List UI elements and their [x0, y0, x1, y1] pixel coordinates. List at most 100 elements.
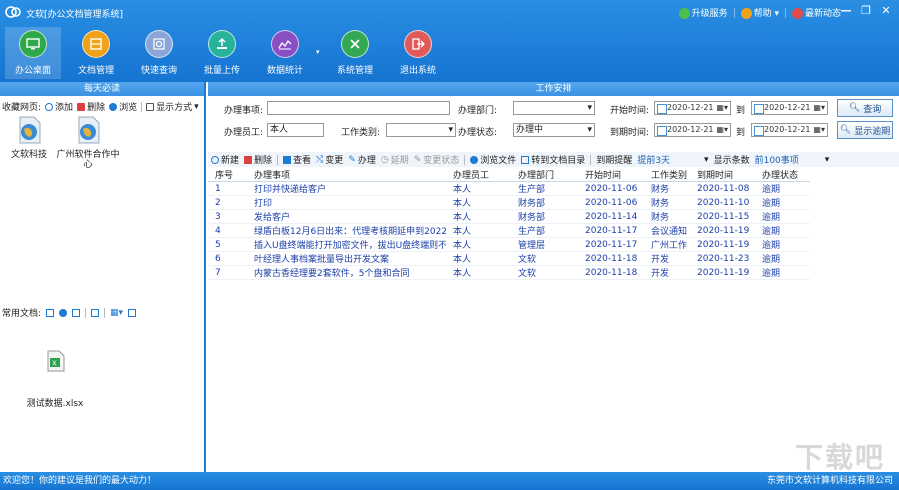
table-cell: 2020-11-06 [578, 195, 644, 210]
maximize-button[interactable]: ❐ [859, 3, 873, 17]
browse-file-button[interactable]: 浏览文件 [470, 153, 516, 166]
show-count-dropdown-icon[interactable]: ▾ [704, 155, 709, 165]
handle-button[interactable]: ✎ 办理 [348, 153, 376, 167]
fav-add-button[interactable]: 添加 [45, 100, 73, 113]
col-start[interactable]: 开始时间 [578, 168, 644, 182]
search-icon: 🔍︎ [839, 125, 852, 135]
table-cell: 财务 [644, 209, 690, 224]
table-cell: 5 [208, 237, 247, 252]
table-cell: 打印 [247, 195, 446, 210]
close-button[interactable]: ✕ [879, 3, 893, 17]
goto-folder-button[interactable]: 转到文档目录 [521, 153, 585, 166]
status-select[interactable]: 办理中 [513, 123, 595, 137]
show-overdue-button[interactable]: 🔍︎ 显示逾期 [837, 121, 893, 139]
query-button[interactable]: 🔍︎ 查询 [837, 99, 893, 117]
tool-exit[interactable]: 退出系统 [390, 30, 446, 76]
table-row[interactable]: 5 插入U盘终端能打开加密文件，拔出U盘终端则不... 本人 管理层 2020-11-1… [208, 237, 810, 252]
col-type[interactable]: 工作类别 [644, 168, 690, 182]
staff-label: 办理员工: [224, 128, 264, 138]
delete-button[interactable]: 删除 [244, 153, 272, 166]
table-cell: 7 [208, 265, 247, 280]
due-to-date[interactable]: 2020-12-21 ▦▾ [751, 123, 828, 137]
table-cell: 2020-11-17 [578, 237, 644, 252]
help-link[interactable]: 帮助 ▾ [740, 6, 779, 19]
tool-batch-upload[interactable]: 批量上传 [194, 30, 250, 76]
grid-icon[interactable] [128, 308, 137, 317]
table-row[interactable]: 6 叶经理人事档案批量导出开发文案 本人 文软 2020-11-18 开发 2020-11-… [208, 251, 810, 266]
table-row[interactable]: 1 打印并快递给客户 本人 生产部 2020-11-06 财务 2020-11-08 逾期 [208, 181, 810, 196]
postpone-button[interactable]: ◷ 延期 [381, 153, 409, 167]
col-status[interactable]: 办理状态 [755, 168, 810, 182]
document-icon [521, 155, 530, 164]
view-mode-icon[interactable]: ▦▾ [110, 308, 123, 318]
due-from-date[interactable]: 2020-12-21 ▦▾ [654, 123, 731, 137]
start-to-date[interactable]: 2020-12-21 ▦▾ [751, 101, 828, 115]
minimize-button[interactable]: — [839, 3, 853, 17]
table-cell: 2020-11-17 [578, 223, 644, 238]
show-count-select[interactable]: 前100事项 [755, 153, 799, 166]
upgrade-link[interactable]: 升级服务 [678, 6, 728, 19]
to-label: 到 [736, 106, 746, 116]
task-input[interactable] [267, 101, 450, 115]
new-button[interactable]: 新建 [211, 153, 239, 166]
daily-read-header: 每天必读 [0, 82, 204, 96]
table-cell: 逾期 [755, 181, 810, 196]
table-row[interactable]: 2 打印 本人 财务部 2020-11-06 财务 2020-11-10 逾期 [208, 195, 810, 210]
col-task[interactable]: 办理事项 [247, 168, 446, 182]
tool-statistics[interactable]: 数据统计 [257, 30, 313, 76]
news-link[interactable]: 最新动态 [791, 6, 841, 19]
col-due[interactable]: 到期时间 [690, 168, 755, 182]
table-cell: 2020-11-19 [690, 237, 755, 252]
table-cell: 本人 [446, 251, 511, 266]
remind-select[interactable]: 提前3天 [637, 153, 670, 166]
pen-icon: ✎ [348, 154, 356, 165]
dept-select[interactable] [513, 101, 595, 115]
tool-quick-search[interactable]: 快速查询 [131, 30, 187, 76]
col-staff[interactable]: 办理员工 [446, 168, 511, 182]
col-no[interactable]: 序号 [208, 168, 247, 182]
col-dept[interactable]: 办理部门 [511, 168, 578, 182]
table-cell: 管理层 [511, 237, 578, 252]
folder-icon[interactable] [46, 308, 55, 317]
left-panel: 每天必读 收藏网页: 添加 删除 浏览 显示方式 ▾ 文软科技 广州软件合作中心… [0, 82, 206, 472]
table-cell: 2020-11-19 [690, 265, 755, 280]
work-schedule-header: 工作安排 [208, 82, 899, 96]
window-title: 文软[办公文档管理系统] [26, 10, 124, 20]
tool-system[interactable]: 系统管理 [327, 30, 383, 76]
table-row[interactable]: 3 发给客户 本人 财务部 2020-11-14 财务 2020-11-15 逾期 [208, 209, 810, 224]
document-icon[interactable] [91, 308, 100, 317]
edit-icon: ✎ [413, 154, 422, 165]
table-cell: 逾期 [755, 223, 810, 238]
help-icon [740, 8, 752, 19]
show-count-caret-icon[interactable]: ▾ [825, 155, 830, 165]
show-count-label: 显示条数 [713, 156, 750, 166]
change-button[interactable]: ⤭ 变更 [316, 153, 343, 167]
table-cell: 文软 [511, 251, 578, 266]
start-from-date[interactable]: 2020-12-21 ▦▾ [654, 101, 731, 115]
tool-documents[interactable]: 文档管理 [68, 30, 124, 76]
view-button[interactable]: 查看 [283, 153, 311, 166]
tool-desktop[interactable]: 办公桌面 [5, 27, 61, 79]
work-type-select[interactable] [386, 123, 456, 137]
svg-text:X: X [52, 360, 57, 368]
table-row[interactable]: 7 内蒙古香经理要2套软件，5个盘和合同 本人 文软 2020-11-18 开发 2020-… [208, 265, 810, 280]
fav-delete-button[interactable]: 删除 [77, 100, 105, 113]
statistics-dropdown-icon[interactable]: ▾ [316, 48, 320, 56]
table-cell: 本人 [446, 209, 511, 224]
shortcut-guangzhou[interactable]: 广州软件合作中心 [53, 116, 123, 170]
staff-input[interactable]: 本人 [267, 123, 324, 137]
excel-file-icon: X [47, 350, 65, 372]
table-cell: 打印并快递给客户 [247, 181, 446, 196]
chart-icon [271, 30, 299, 58]
fav-browse-button[interactable]: 浏览 [109, 100, 137, 113]
table-row[interactable]: 4 绿盾白板12月6日出来：代理考核期延申到2022... 本人 生产部 2020-11… [208, 223, 810, 238]
eye-icon[interactable] [59, 308, 68, 317]
mail-icon[interactable] [72, 308, 81, 317]
table-cell: 2020-11-10 [690, 195, 755, 210]
file-name: 测试数据.xlsx [26, 399, 84, 409]
change-status-button[interactable]: ✎ 变更状态 [413, 153, 460, 167]
file-item[interactable]: X 测试数据.xlsx [20, 350, 90, 409]
trash-icon [244, 155, 253, 164]
fav-display-mode-button[interactable]: 显示方式 ▾ [146, 100, 199, 113]
top-right-links: 升级服务 帮助 ▾ 最新动态 [678, 6, 841, 19]
